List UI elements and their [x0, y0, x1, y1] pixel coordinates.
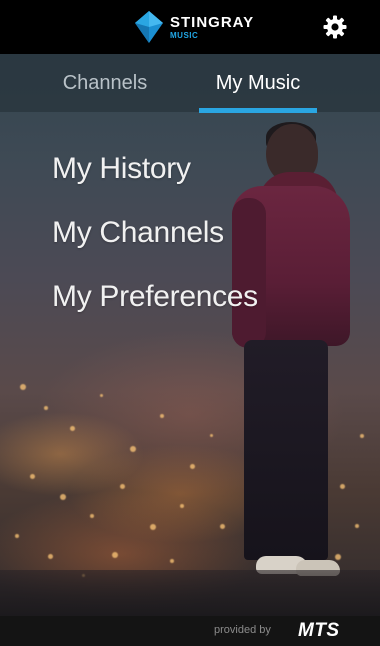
brand-sub: MUSIC: [170, 30, 199, 40]
footer: provided by MTS: [0, 616, 380, 646]
menu-item-my-channels[interactable]: My Channels: [52, 216, 224, 250]
brand-name: STINGRAY: [170, 13, 255, 31]
menu-item-my-history[interactable]: My History: [52, 152, 191, 186]
settings-gear-icon[interactable]: [320, 12, 350, 42]
app-logo: STINGRAY MUSIC: [134, 9, 254, 45]
person-arm: [232, 198, 266, 348]
menu-item-my-preferences[interactable]: My Preferences: [52, 280, 258, 314]
person-legs: [244, 340, 328, 560]
foreground-ground: [0, 570, 380, 616]
stingray-logo-icon: [134, 10, 164, 44]
tab-channels[interactable]: Channels: [40, 54, 170, 112]
partner-logo: MTS: [298, 620, 340, 641]
app-screen: STINGRAY MUSIC Channels My Music My Hist…: [0, 0, 380, 646]
active-tab-indicator: [199, 108, 317, 113]
provided-by-label: provided by: [214, 624, 271, 636]
top-header: STINGRAY MUSIC: [0, 0, 380, 54]
tab-bar: Channels My Music: [0, 54, 380, 112]
tab-my-music[interactable]: My Music: [196, 54, 320, 112]
